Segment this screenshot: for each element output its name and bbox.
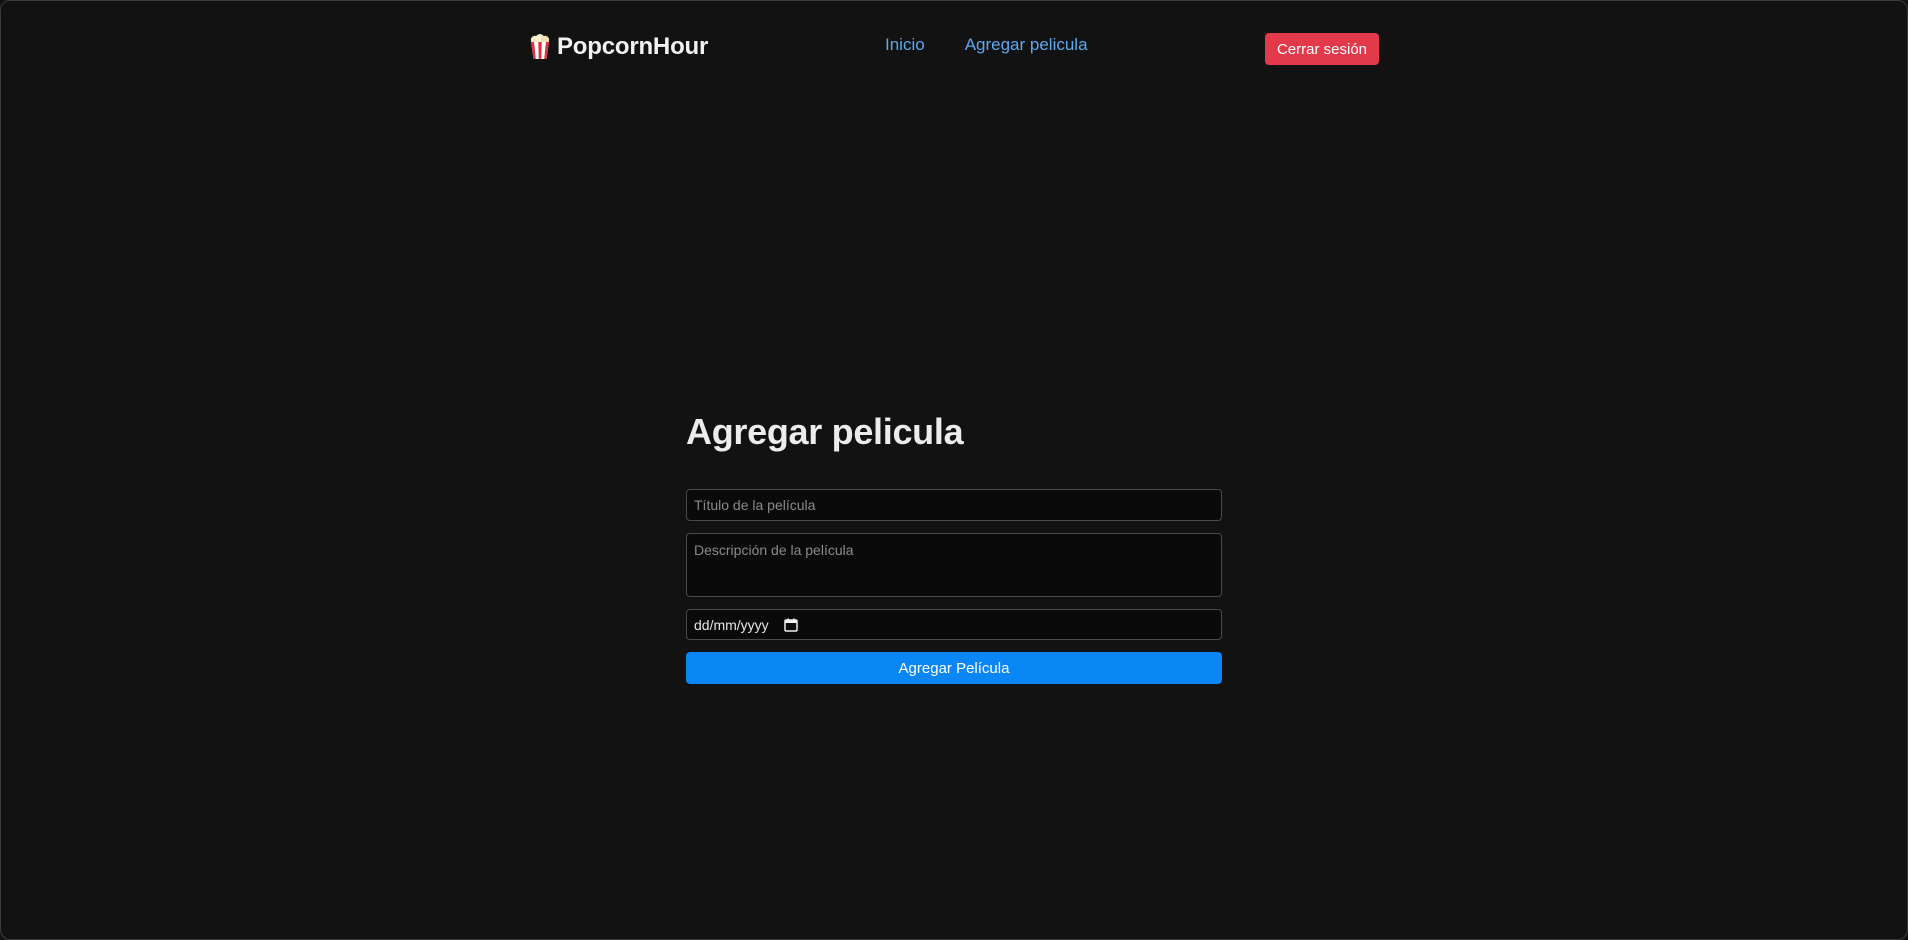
navbar: PopcornHour Inicio Agregar pelicula Cerr… xyxy=(529,29,1379,69)
submit-button[interactable]: Agregar Película xyxy=(686,652,1222,684)
movie-title-input[interactable] xyxy=(686,489,1222,521)
logout-button[interactable]: Cerrar sesión xyxy=(1264,33,1379,65)
calendar-icon[interactable] xyxy=(783,618,798,632)
popcorn-icon xyxy=(529,34,551,60)
date-format-text: dd/mm/yyyy xyxy=(694,616,769,633)
nav-link-inicio[interactable]: Inicio xyxy=(885,35,925,55)
page-title: Agregar pelicula xyxy=(686,411,964,452)
brand-name: PopcornHour xyxy=(557,33,709,60)
app-window: PopcornHour Inicio Agregar pelicula Cerr… xyxy=(0,0,1908,940)
nav-links: Inicio Agregar pelicula xyxy=(885,35,1088,55)
movie-description-input[interactable] xyxy=(686,533,1222,597)
add-movie-form: Agregar pelicula dd/mm/yyyy Agregar Pelí… xyxy=(686,411,1222,684)
nav-link-agregar-pelicula[interactable]: Agregar pelicula xyxy=(965,35,1088,55)
brand-logo[interactable]: PopcornHour xyxy=(529,33,708,61)
release-date-input[interactable]: dd/mm/yyyy xyxy=(686,609,1222,640)
